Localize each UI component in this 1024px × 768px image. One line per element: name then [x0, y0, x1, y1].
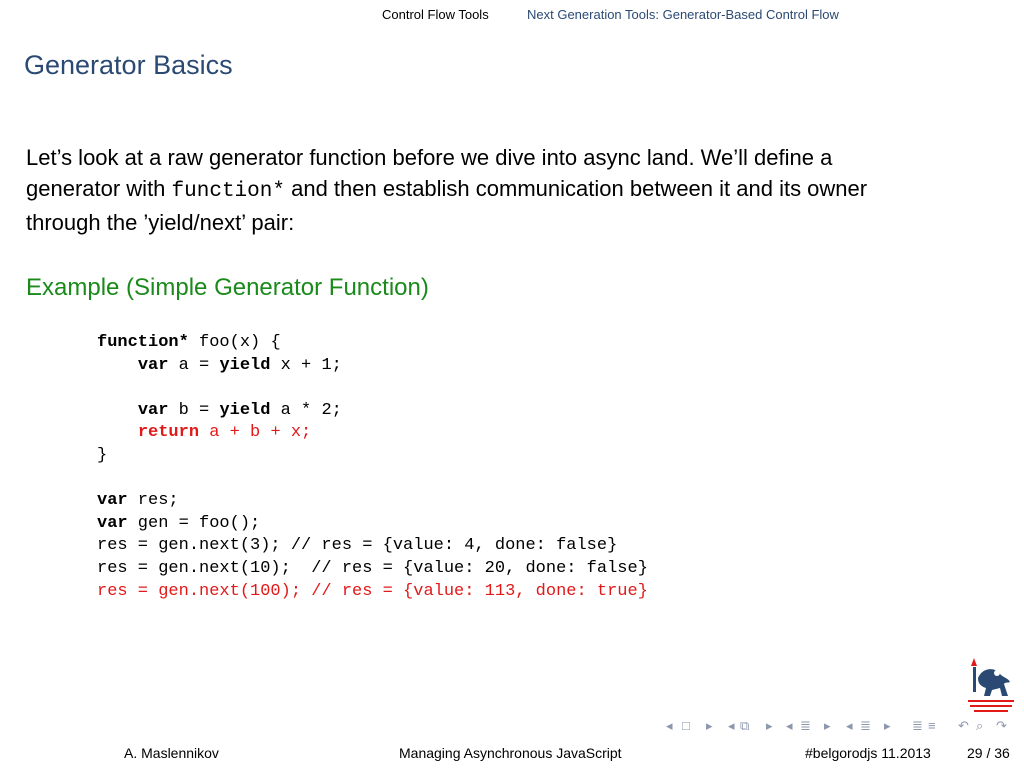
inline-code: function*	[171, 180, 285, 203]
code-text: gen = foo();	[127, 513, 261, 533]
body-text: generator with	[26, 176, 166, 201]
code-text: res;	[127, 491, 179, 511]
code-keyword: function*	[97, 333, 189, 352]
body-line: generator with function* and then establ…	[26, 173, 1006, 207]
code-line: var res;	[97, 490, 648, 513]
code-line: }	[97, 445, 108, 465]
body-line: Let’s look at a raw generator function b…	[26, 145, 833, 170]
body-line: through the ’yield/next’ pair:	[26, 210, 295, 235]
subsection-list-icon[interactable]: ≣	[860, 718, 871, 734]
section-link[interactable]: Control Flow Tools	[382, 7, 489, 22]
code-line: var a = yield x + 1;	[97, 355, 648, 378]
code-text: a =	[168, 355, 220, 375]
triangle-right-icon[interactable]: ▸	[884, 718, 891, 734]
triangle-left-icon[interactable]: ◂	[846, 718, 853, 734]
code-line: res = gen.next(10); // res = {value: 20,…	[97, 558, 648, 578]
page-number: 29 / 36	[967, 745, 1010, 761]
triangle-right-icon[interactable]: ▸	[766, 718, 773, 734]
body-text: and then establish communication between…	[291, 176, 868, 201]
forward-arrow-icon[interactable]: ↷	[996, 718, 1007, 734]
triangle-left-icon[interactable]: ◂	[666, 718, 673, 734]
university-logo	[968, 658, 1014, 712]
triangle-left-icon[interactable]: ◂	[786, 718, 793, 734]
code-keyword: return	[137, 423, 200, 443]
code-keyword: var	[137, 400, 169, 420]
code-line-highlighted: res = gen.next(100); // res = {value: 11…	[97, 581, 648, 601]
header-navigation: Control Flow Tools Next Generation Tools…	[0, 7, 1024, 25]
code-line: function* foo(x) {	[97, 332, 648, 355]
triangle-left-icon[interactable]: ◂	[728, 718, 735, 734]
code-keyword: yield	[219, 355, 271, 375]
frame-box-icon[interactable]: □	[682, 718, 690, 733]
search-icon[interactable]: ⌕	[976, 718, 983, 734]
code-keyword: yield	[219, 400, 271, 420]
back-arrow-icon[interactable]: ↶	[958, 718, 969, 734]
section-list-dense-icon[interactable]: ≡	[928, 718, 936, 733]
code-line: var b = yield a * 2;	[97, 400, 648, 423]
subsection-link[interactable]: Next Generation Tools: Generator-Based C…	[527, 7, 839, 22]
code-keyword: var	[137, 355, 169, 375]
section-list-icon[interactable]: ≣	[912, 718, 923, 734]
footer-author: A. Maslennikov	[124, 745, 219, 761]
code-line-highlighted: return a + b + x;	[97, 422, 648, 445]
code-text: foo(x) {	[188, 333, 281, 352]
code-listing: function* foo(x) { var a = yield x + 1; …	[97, 332, 648, 603]
code-keyword: var	[97, 513, 128, 533]
code-text: x + 1;	[270, 355, 342, 375]
frame-title: Generator Basics	[24, 50, 233, 80]
code-text: a + b + x;	[199, 423, 312, 443]
triangle-right-icon[interactable]: ▸	[824, 718, 831, 734]
triangle-right-icon[interactable]: ▸	[706, 718, 713, 734]
code-keyword: var	[97, 491, 128, 511]
code-line: var gen = foo();	[97, 513, 648, 536]
code-text: a * 2;	[270, 400, 342, 420]
footer-event: #belgorodjs 11.2013	[805, 745, 931, 761]
code-text: b =	[168, 400, 220, 420]
section-list-icon[interactable]: ≣	[800, 718, 811, 734]
footer: A. Maslennikov Managing Asynchronous Jav…	[0, 745, 1024, 767]
subsection-box-icon[interactable]: ⧉	[740, 718, 749, 734]
body-paragraph: Let’s look at a raw generator function b…	[26, 142, 1006, 238]
example-block-title: Example (Simple Generator Function)	[26, 274, 429, 301]
code-line: res = gen.next(3); // res = {value: 4, d…	[97, 536, 618, 556]
footer-talk-title: Managing Asynchronous JavaScript	[399, 745, 622, 761]
